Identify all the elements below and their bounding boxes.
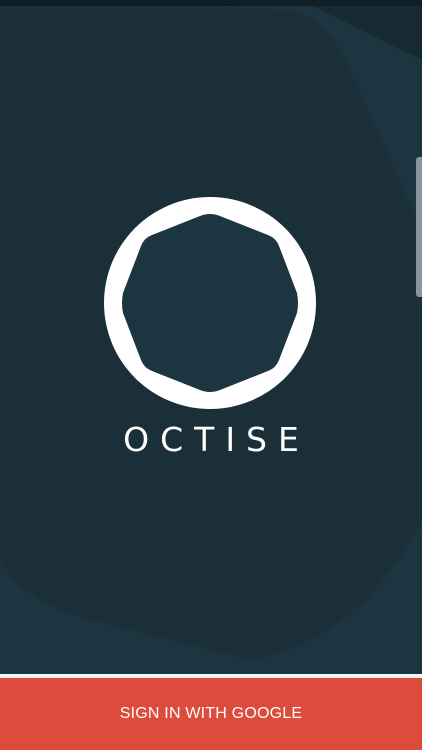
scrollbar-handle[interactable] [416, 157, 422, 297]
status-bar [0, 0, 422, 6]
sign-in-with-google-button[interactable]: SIGN IN WITH GOOGLE [0, 678, 422, 750]
splash-screen: OCTISE SIGN IN WITH GOOGLE [0, 0, 422, 750]
brand-name: OCTISE [123, 420, 310, 459]
sign-in-button-label: SIGN IN WITH GOOGLE [119, 705, 303, 722]
octagon-ring-logo-icon [104, 197, 316, 409]
